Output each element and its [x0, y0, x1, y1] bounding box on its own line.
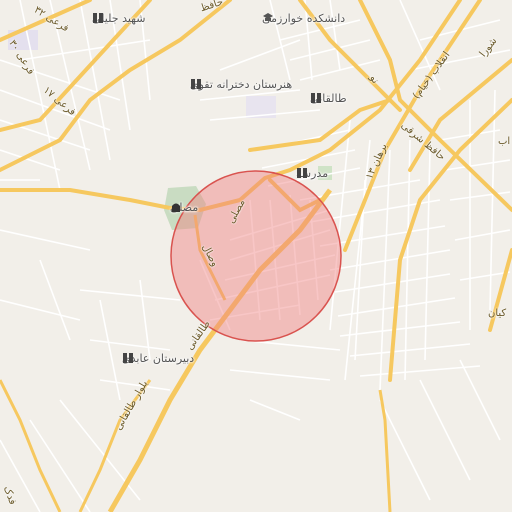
poi-school-taghva[interactable]: هنرستان دخترانه تقوی: [190, 78, 292, 91]
highlight-circle: [170, 170, 342, 342]
poi-label: هنرستان دخترانه تقوی: [190, 78, 293, 91]
school-icon: [297, 168, 307, 178]
poi-label: دانشکده خوارزمی: [262, 12, 346, 25]
university-icon: [263, 13, 273, 21]
poi-university[interactable]: دانشکده خوارزمی: [262, 12, 345, 25]
school-icon: [311, 93, 321, 103]
monument-icon: [172, 203, 180, 212]
map-view[interactable]: دانشکده خوارزمی شهید جلیلی هنرستان دخترا…: [0, 0, 512, 512]
school-icon: [191, 79, 201, 89]
poi-school-taleghani[interactable]: طالقانی: [310, 92, 347, 105]
poi-school-abedi[interactable]: دبیرستان عابدی: [122, 352, 194, 365]
road-label: کیان: [488, 308, 507, 319]
school-icon: [123, 353, 133, 363]
poi-mosalla[interactable]: مصلی: [170, 201, 198, 214]
road-label: اب: [498, 136, 511, 147]
school-icon: [93, 13, 103, 23]
poi-school-madrese[interactable]: مدرسه: [296, 167, 328, 180]
poi-school-jalili[interactable]: شهید جلیلی: [92, 12, 145, 25]
